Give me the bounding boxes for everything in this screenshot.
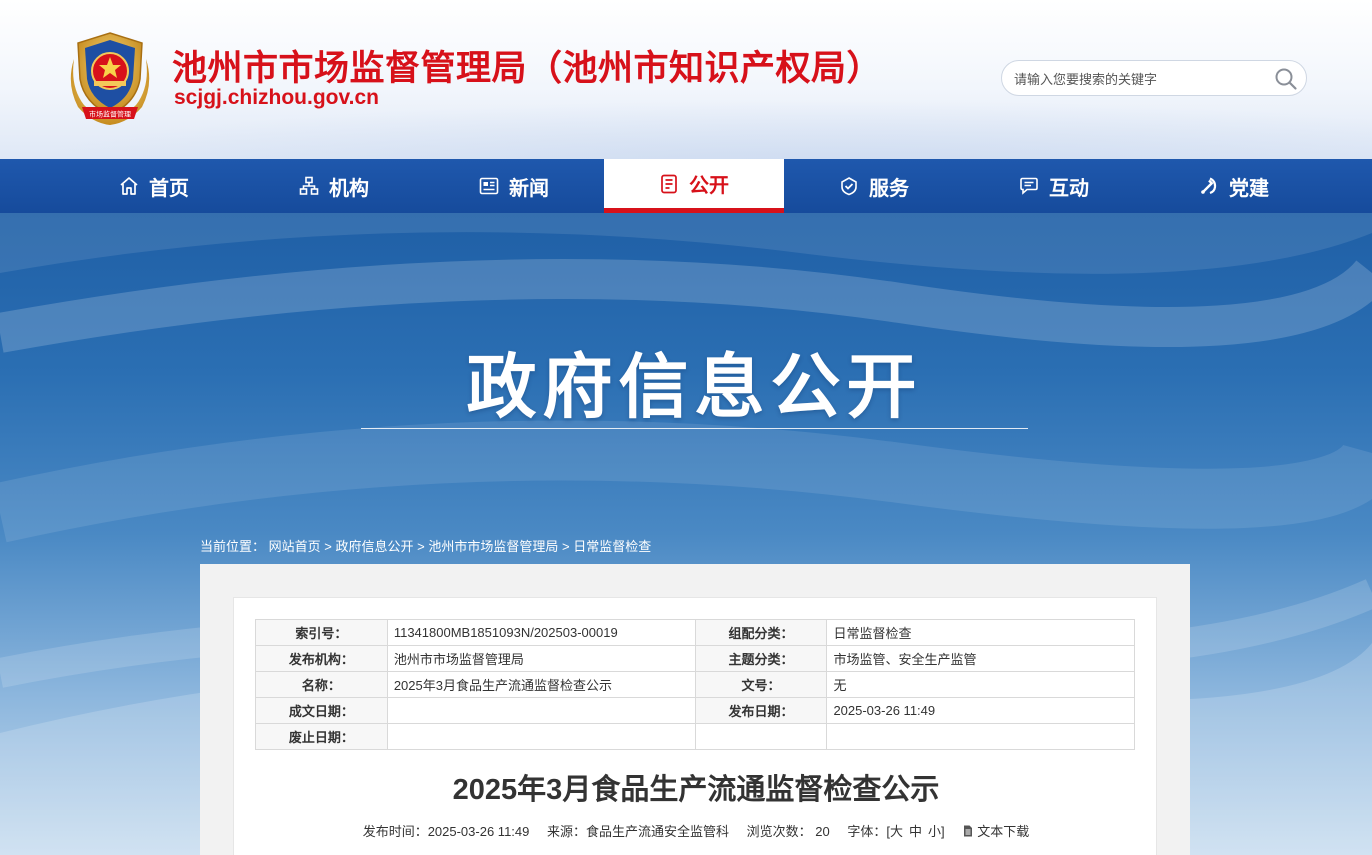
site-domain: scjgj.chizhou.gov.cn [174, 86, 379, 109]
document-icon [964, 825, 973, 837]
table-key: 索引号： [255, 619, 388, 646]
table-value: 无 [826, 671, 1135, 698]
nav-item-org[interactable]: 机构 [244, 159, 424, 213]
breadcrumb-home-link[interactable]: 网站首页 [269, 539, 321, 554]
table-value: 11341800MB1851093N/202503-00019 [386, 619, 696, 646]
nav-item-party[interactable]: 党建 [1144, 159, 1324, 213]
breadcrumb: 当前位置： 网站首页 > 政府信息公开 > 池州市市场监督管理局 > 日常监督检… [200, 539, 652, 554]
svg-text:市场监督管理: 市场监督管理 [89, 110, 131, 119]
table-value [386, 697, 696, 724]
view-count: 浏览次数： 20 [746, 824, 830, 839]
chat-icon [1020, 177, 1038, 195]
font-small-button[interactable]: 小 [928, 824, 941, 839]
table-key: 文号： [694, 671, 828, 698]
breadcrumb-bureau-link[interactable]: 池州市市场监督管理局 [428, 539, 558, 554]
table-value: 2025年3月食品生产流通监督检查公示 [386, 671, 696, 698]
main-nav: 首页 机构 新闻 公开 服务 互动 党建 [0, 159, 1372, 213]
font-size-control: 字体：[大中小] [847, 824, 945, 839]
banner-title: 政府信息公开 [466, 348, 923, 426]
table-row: 废止日期： [255, 723, 1135, 750]
font-large-button[interactable]: 大 [890, 824, 903, 839]
article-title: 2025年3月食品生产流通监督检查公示 [452, 774, 940, 806]
emblem-logo-icon: 市场监督管理 [70, 32, 150, 125]
content-panel: 索引号： 11341800MB1851093N/202503-00019 组配分… [200, 564, 1190, 855]
nav-item-home[interactable]: 首页 [64, 159, 244, 213]
org-icon [299, 176, 319, 195]
table-key: 组配分类： [694, 619, 828, 646]
table-row: 索引号： 11341800MB1851093N/202503-00019 组配分… [255, 619, 1135, 646]
site-header: 市场监督管理 池州市市场监督管理局（池州市知识产权局） scjgj.chizho… [0, 0, 1372, 159]
publish-time: 发布时间：2025-03-26 11:49 [362, 824, 530, 839]
table-key: 发布机构： [255, 645, 388, 672]
site-title: 池州市市场监督管理局（池州市知识产权局） [172, 49, 883, 88]
table-value: 日常监督检查 [826, 619, 1135, 646]
table-key [694, 723, 828, 750]
article-meta: 发布时间：2025-03-26 11:49 来源：食品生产流通安全监管科 浏览次… [234, 821, 1158, 840]
breadcrumb-current-link[interactable]: 日常监督检查 [573, 539, 651, 554]
table-value: 市场监管、安全生产监管 [826, 645, 1135, 672]
banner-divider [361, 428, 1028, 429]
party-icon [1201, 177, 1217, 195]
font-medium-button[interactable]: 中 [909, 824, 922, 839]
search-box [1001, 60, 1307, 96]
banner: 政府信息公开 当前位置： 网站首页 > 政府信息公开 > 池州市市场监督管理局 … [0, 213, 1372, 855]
table-row: 发布机构： 池州市市场监督管理局 主题分类： 市场监管、安全生产监管 [255, 645, 1135, 672]
nav-item-interact[interactable]: 互动 [964, 159, 1144, 213]
table-key: 主题分类： [694, 645, 828, 672]
table-row: 名称： 2025年3月食品生产流通监督检查公示 文号： 无 [255, 671, 1135, 698]
news-icon [479, 177, 499, 195]
home-icon [120, 177, 138, 195]
table-key: 成文日期： [255, 697, 388, 724]
info-table: 索引号： 11341800MB1851093N/202503-00019 组配分… [255, 619, 1135, 750]
table-value [826, 723, 1135, 750]
table-value: 2025-03-26 11:49 [826, 697, 1135, 724]
table-key: 发布日期： [694, 697, 828, 724]
search-input[interactable] [1014, 68, 1264, 90]
table-value [386, 723, 696, 750]
search-icon[interactable] [1274, 67, 1298, 91]
service-icon [841, 177, 857, 196]
table-key: 名称： [255, 671, 388, 698]
table-row: 成文日期： 发布日期： 2025-03-26 11:49 [255, 697, 1135, 724]
table-value: 池州市市场监督管理局 [386, 645, 696, 672]
download-button[interactable]: 文本下载 [962, 824, 1029, 839]
table-key: 废止日期： [255, 723, 388, 750]
article-source: 来源：食品生产流通安全监管科 [547, 824, 730, 839]
open-icon [661, 174, 677, 193]
article-card: 索引号： 11341800MB1851093N/202503-00019 组配分… [233, 597, 1157, 855]
nav-item-open[interactable]: 公开 [604, 159, 784, 213]
nav-item-news[interactable]: 新闻 [424, 159, 604, 213]
breadcrumb-gov-info-link[interactable]: 政府信息公开 [336, 539, 414, 554]
nav-item-service[interactable]: 服务 [784, 159, 964, 213]
